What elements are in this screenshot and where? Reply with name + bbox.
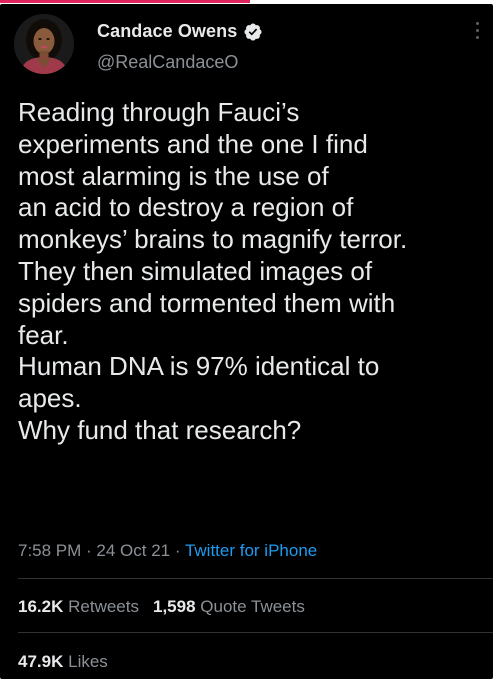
tweet-source-link[interactable]: Twitter for iPhone (185, 541, 317, 560)
quote-tweets-label: Quote Tweets (200, 597, 305, 616)
avatar[interactable] (14, 14, 74, 74)
display-name[interactable]: Candace Owens (97, 21, 237, 42)
verified-badge-icon (243, 22, 263, 42)
tweet-text-line: most alarming is the use of (18, 160, 329, 191)
divider (18, 632, 493, 633)
retweets-stat[interactable]: 16.2K Retweets (18, 597, 139, 616)
tweet-text-line: fear. (18, 319, 69, 350)
more-options-icon[interactable] (473, 22, 481, 52)
tweet-text-line: spiders and tormented them with (18, 287, 396, 318)
avatar-image (14, 14, 74, 74)
engagement-stats: 16.2K Retweets 1,598 Quote Tweets (18, 597, 319, 617)
author-handle[interactable]: @RealCandaceO (97, 52, 238, 73)
tweet-text-line: an acid to destroy a region of (18, 192, 354, 223)
tweet-text: Reading through Fauci’s experiments and … (18, 97, 488, 447)
retweets-count: 16.2K (18, 597, 64, 616)
author-name-row[interactable]: Candace Owens (97, 21, 263, 42)
tweet-text-line: Why fund that research? (18, 414, 302, 445)
tweet-text-line: They then simulated images of (18, 255, 373, 286)
likes-stat[interactable]: 47.9K Likes (18, 652, 108, 672)
likes-label: Likes (68, 652, 108, 671)
tweet-time[interactable]: 7:58 PM (18, 541, 81, 560)
tweet-text-line: Human DNA is 97% identical to (18, 351, 380, 382)
tweet-text-line: Reading through Fauci’s (18, 97, 300, 127)
meta-separator: · (81, 541, 97, 560)
retweets-label: Retweets (68, 597, 139, 616)
tweet-meta: 7:58 PM · 24 Oct 21 · Twitter for iPhone (18, 541, 317, 561)
tweet-date[interactable]: 24 Oct 21 (96, 541, 170, 560)
quote-tweets-count: 1,598 (152, 597, 196, 616)
tweet-text-line: apes. (18, 383, 82, 414)
top-accent-bar (0, 0, 250, 3)
likes-count: 47.9K (18, 652, 64, 671)
quote-tweets-stat[interactable]: 1,598 Quote Tweets (153, 597, 305, 616)
divider (18, 578, 493, 579)
meta-separator: · (170, 541, 185, 560)
tweet-card: Candace Owens @RealCandaceO Reading thro… (0, 4, 493, 679)
tweet-text-line: experiments and the one I find (18, 128, 368, 159)
tweet-text-line: monkeys’ brains to magnify terror. (18, 224, 408, 255)
